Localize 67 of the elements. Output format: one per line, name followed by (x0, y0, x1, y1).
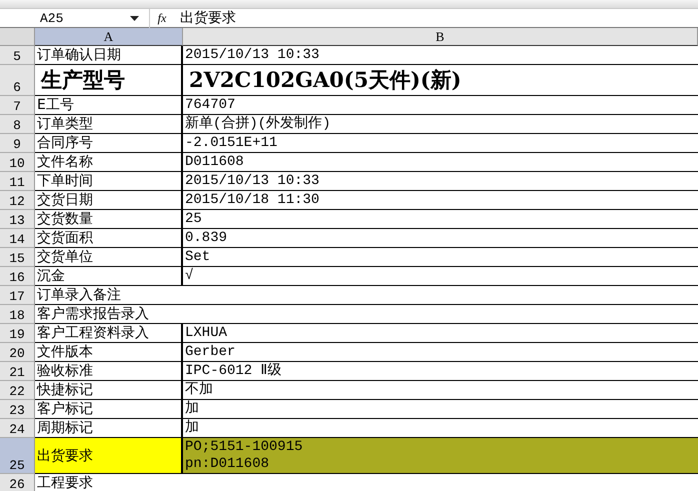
table-cell: D011608 (183, 153, 698, 172)
table-cell: 生产型号 (35, 65, 183, 96)
row-header[interactable]: 14 (0, 229, 35, 248)
table-cell: 加 (183, 400, 698, 419)
table-cell: 2015/10/13 10:33 (183, 46, 698, 65)
table-cell: 交货日期 (35, 191, 183, 210)
row-header[interactable]: 26 (0, 474, 35, 491)
table-cell: 764707 (183, 96, 698, 115)
row-header[interactable]: 21 (0, 362, 35, 381)
table-cell: 文件名称 (35, 153, 183, 172)
row-header[interactable]: 13 (0, 210, 35, 229)
table-cell: 2015/10/18 11:30 (183, 191, 698, 210)
table-cell: 新单(合拼)(外发制作) (183, 115, 698, 134)
row-header[interactable]: 25 (0, 438, 35, 474)
table-cell: 客户标记 (35, 400, 183, 419)
row-header[interactable]: 12 (0, 191, 35, 210)
table-cell: 交货单位 (35, 248, 183, 267)
row-header[interactable]: 16 (0, 267, 35, 286)
table-cell: 2V2C102GA0(5天件)(新) (183, 65, 698, 96)
table-cell: 客户工程资料录入 (35, 324, 183, 343)
row-header[interactable]: 5 (0, 46, 35, 65)
caret-icon (130, 16, 139, 20)
table-cell: 25 (183, 210, 698, 229)
table-cell: Set (183, 248, 698, 267)
row-header[interactable]: 7 (0, 96, 35, 115)
table-cell: 下单时间 (35, 172, 183, 191)
table-cell: 沉金 (35, 267, 183, 286)
row-header[interactable]: 19 (0, 324, 35, 343)
table-cell: 订单录入备注 (35, 286, 698, 305)
row-header[interactable]: 24 (0, 419, 35, 438)
row-header[interactable]: 6 (0, 65, 35, 96)
table-cell: 订单类型 (35, 115, 183, 134)
table-cell: 0.839 (183, 229, 698, 248)
table-cell: 工程要求 (35, 474, 698, 491)
formula-field[interactable]: 出货要求 (174, 8, 698, 28)
table-cell: 订单确认日期 (35, 46, 183, 65)
table-cell: 交货数量 (35, 210, 183, 229)
table-cell: Gerber (183, 343, 698, 362)
row-header[interactable]: 22 (0, 381, 35, 400)
table-cell: 不加 (183, 381, 698, 400)
row-header[interactable]: 15 (0, 248, 35, 267)
table-cell: 2015/10/13 10:33 (183, 172, 698, 191)
table-cell: LXHUA (183, 324, 698, 343)
row-header[interactable]: 23 (0, 400, 35, 419)
table-cell: IPC-6012 Ⅱ级 (183, 362, 698, 381)
table-cell: 文件版本 (35, 343, 183, 362)
table-cell: 出货要求 (35, 438, 183, 474)
table-cell: 验收标准 (35, 362, 183, 381)
row-header[interactable]: 11 (0, 172, 35, 191)
row-header[interactable]: 17 (0, 286, 35, 305)
table-cell: 交货面积 (35, 229, 183, 248)
table-cell: 快捷标记 (35, 381, 183, 400)
row-header[interactable]: 18 (0, 305, 35, 324)
table-cell: 客户需求报告录入 (35, 305, 698, 324)
table-cell: E工号 (35, 96, 183, 115)
row-header[interactable]: 8 (0, 115, 35, 134)
table-cell: 合同序号 (35, 134, 183, 153)
insert-function-button[interactable]: fx (150, 10, 174, 26)
table-cell: -2.0151E+11 (183, 134, 698, 153)
column-header[interactable]: A (35, 28, 183, 46)
column-header[interactable]: B (183, 28, 698, 46)
row-header[interactable]: 9 (0, 134, 35, 153)
table-cell: PO;5151-100915 pn:D011608 (183, 438, 698, 474)
table-cell: √ (183, 267, 698, 286)
select-all-corner[interactable] (0, 28, 35, 46)
row-header[interactable]: 20 (0, 343, 35, 362)
row-header[interactable]: 10 (0, 153, 35, 172)
